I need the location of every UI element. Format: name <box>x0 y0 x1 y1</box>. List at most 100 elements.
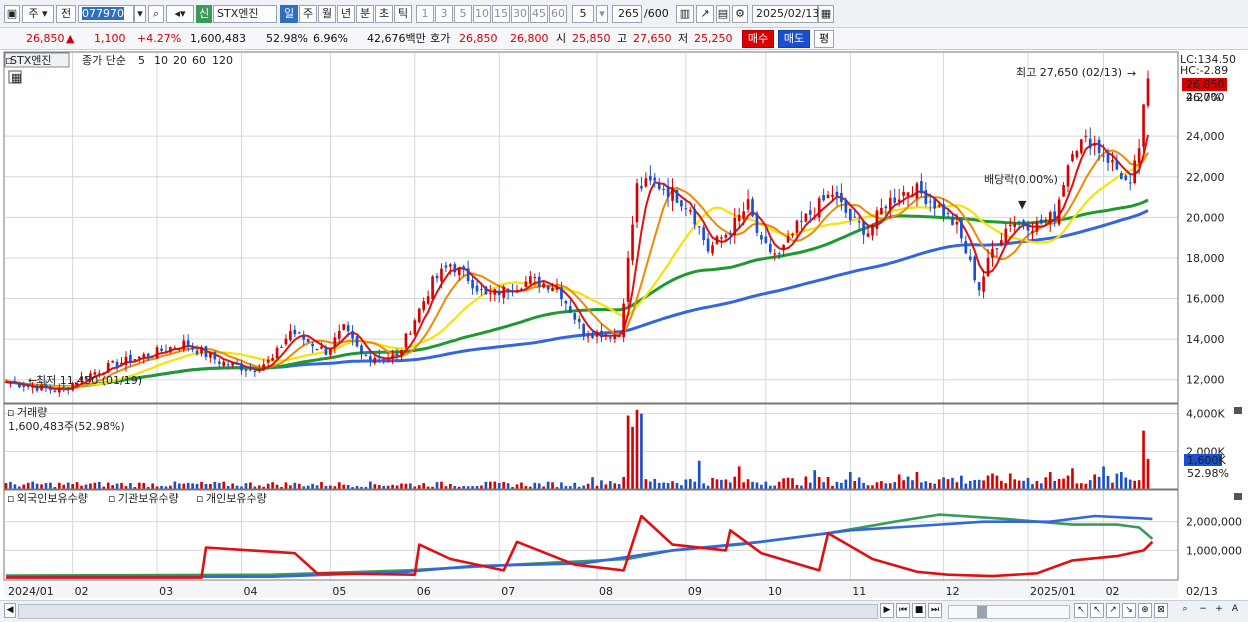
candle-down <box>369 356 372 361</box>
volume-close-icon[interactable] <box>1234 407 1242 414</box>
period-button-1[interactable]: 주 <box>299 5 317 23</box>
interval-button-30[interactable]: 30 <box>511 5 529 23</box>
candle-up <box>155 347 159 359</box>
sound-icon[interactable]: ◂▾ <box>166 5 194 23</box>
interval-button-5[interactable]: 5 <box>454 5 472 23</box>
scroll-track[interactable] <box>18 604 878 619</box>
volume-bar <box>1088 480 1092 489</box>
volume-bar <box>800 485 803 489</box>
tool-5-icon[interactable]: ⊕ <box>1138 603 1152 618</box>
candle-up <box>142 354 146 358</box>
candle-down <box>862 221 865 235</box>
tool-1-icon[interactable]: ↖ <box>1074 603 1088 618</box>
volume-bar <box>440 481 443 489</box>
date-axis: 2024/01 02 03 04 05 06 07 08 09 10 11 12 2025/01 02 02… <box>4 581 1218 598</box>
interval-button-45[interactable]: 45 <box>530 5 548 23</box>
scroll-left-icon[interactable]: ◀ <box>4 603 16 618</box>
save-icon[interactable]: ▤ <box>716 5 730 23</box>
volume-title: 거래량 <box>17 406 47 419</box>
interval-input[interactable]: 5 <box>572 5 594 23</box>
candle-down <box>608 337 612 339</box>
zoom-out-icon[interactable]: − <box>1196 603 1210 618</box>
period-button-3[interactable]: 년 <box>337 5 355 23</box>
nav-last-icon[interactable]: ⏭ <box>928 603 942 618</box>
buy-button[interactable]: 매수 <box>742 30 774 48</box>
interval-button-15[interactable]: 15 <box>492 5 510 23</box>
candle-up <box>555 286 559 290</box>
interval-dropdown-icon[interactable]: ▾ <box>596 5 608 23</box>
candle-down <box>808 210 812 215</box>
type-select[interactable]: 주 ▾ <box>22 5 54 23</box>
zoom-slider-thumb[interactable] <box>977 606 987 618</box>
volume-bar <box>337 482 341 489</box>
holdings-close-icon[interactable] <box>1234 493 1242 500</box>
draw-icon[interactable]: ↗ <box>696 5 714 23</box>
price-tick-label: 16,000 <box>1186 293 1225 306</box>
code-dropdown-icon[interactable]: ▾ <box>134 5 146 23</box>
eval-button[interactable]: 평 <box>814 30 834 48</box>
candle-down <box>640 186 643 189</box>
volume-bar <box>795 484 799 489</box>
candle-down <box>582 324 585 337</box>
candle-down <box>324 347 328 355</box>
tool-6-icon[interactable]: ⊠ <box>1154 603 1168 618</box>
tool-2-icon[interactable]: ↖ <box>1090 603 1104 618</box>
search-zoom-icon[interactable]: ⌕ <box>1178 603 1192 618</box>
nav-first-icon[interactable]: ⏮ <box>896 603 910 618</box>
period-button-6[interactable]: 틱 <box>394 5 412 23</box>
interval-button-10[interactable]: 10 <box>473 5 491 23</box>
date-tick-label: 02 <box>1106 585 1120 598</box>
tool-4-icon[interactable]: ↘ <box>1122 603 1136 618</box>
date-input[interactable]: 2025/02/13 <box>752 5 819 23</box>
count-input[interactable]: 265 <box>612 5 642 23</box>
candle-down <box>764 236 768 244</box>
sell-button[interactable]: 매도 <box>778 30 810 48</box>
legend-ma60: 60 <box>192 54 206 67</box>
interval-button-60[interactable]: 60 <box>549 5 567 23</box>
nav-stop-icon[interactable]: ■ <box>912 603 926 618</box>
volume-bar <box>746 479 750 489</box>
volume-bar <box>582 485 585 489</box>
candle-down <box>13 382 17 384</box>
date-tick-label: 06 <box>417 585 431 598</box>
volume-bar <box>706 485 710 489</box>
nav-play-icon[interactable]: ▶ <box>880 603 894 618</box>
calendar-icon[interactable]: ▦ <box>818 5 834 23</box>
candle-down <box>240 363 243 371</box>
candle-up <box>746 199 750 210</box>
volume-bar <box>497 482 501 489</box>
candle-up <box>688 210 692 212</box>
candle-up <box>417 308 421 323</box>
candle-down <box>249 369 252 371</box>
zoom-in-icon[interactable]: + <box>1212 603 1226 618</box>
volume-marker-icon: ▫ <box>7 406 14 419</box>
auto-zoom-icon[interactable]: A <box>1228 603 1242 618</box>
search-icon[interactable]: ⌕ <box>148 5 164 23</box>
date-tick-label: 09 <box>688 585 702 598</box>
stock-code-input[interactable]: 077970 <box>78 5 134 23</box>
volume-bar <box>586 483 590 489</box>
candle-up <box>173 347 177 350</box>
volume-bar <box>391 484 394 489</box>
volume-bar <box>502 481 506 489</box>
period-button-0[interactable]: 일 <box>280 5 298 23</box>
tool-3-icon[interactable]: ↗ <box>1106 603 1120 618</box>
interval-button-3[interactable]: 3 <box>435 5 453 23</box>
prev-button[interactable]: 전 <box>56 5 76 23</box>
zoom-slider[interactable] <box>948 605 1070 619</box>
layout-icon[interactable]: ▣ <box>4 5 20 23</box>
candle-up <box>1137 148 1141 164</box>
candle-up <box>177 348 181 350</box>
gear-icon[interactable]: ⚙ <box>732 5 748 23</box>
bid-ask-label: 호가 <box>430 32 451 45</box>
volume-bar <box>853 481 857 489</box>
candle-type-icon[interactable]: ▥ <box>676 5 694 23</box>
volume-bar <box>866 485 870 489</box>
candle-down <box>577 318 581 323</box>
period-button-4[interactable]: 분 <box>356 5 374 23</box>
interval-button-1[interactable]: 1 <box>416 5 434 23</box>
stock-chart[interactable]: 12,000 14,000 16,000 18,000 20,000 22,000 24,0… <box>0 50 1248 600</box>
period-button-5[interactable]: 초 <box>375 5 393 23</box>
period-button-2[interactable]: 월 <box>318 5 336 23</box>
candle-up <box>222 361 226 367</box>
